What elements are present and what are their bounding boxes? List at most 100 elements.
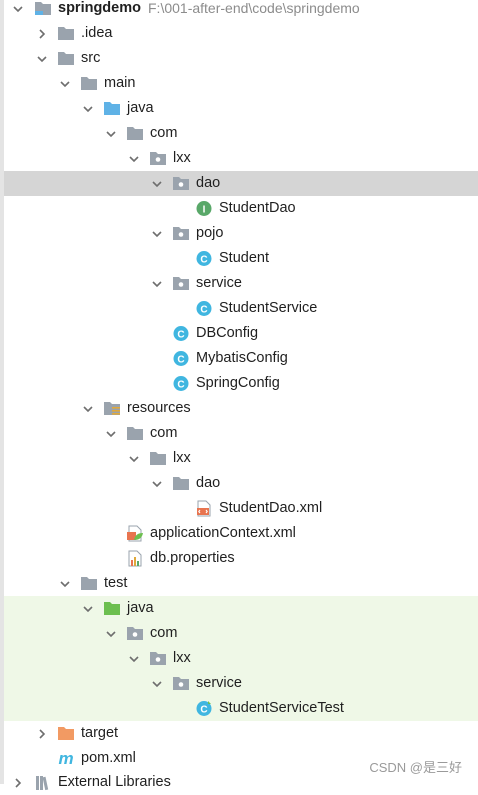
class-icon: C (172, 350, 190, 367)
chevron-down-icon[interactable] (57, 71, 73, 96)
chevron-down-icon[interactable] (126, 646, 142, 671)
class-icon: C (195, 300, 213, 317)
chevron-down-icon[interactable] (10, 0, 26, 21)
package-icon (126, 625, 144, 642)
tree-node-main[interactable]: main (4, 71, 478, 96)
tree-node-label: resources (127, 400, 191, 416)
chevron-down-icon[interactable] (149, 271, 165, 296)
tree-node-label: com (150, 425, 178, 441)
class-icon-letter: C (177, 355, 184, 366)
folder-icon (80, 75, 98, 92)
chevron-down-icon[interactable] (149, 471, 165, 496)
tree-node-studentdao[interactable]: I StudentDao (4, 196, 478, 221)
tree-node-res-com[interactable]: com (4, 421, 478, 446)
tree-node-label: StudentDao.xml (219, 500, 323, 516)
tree-node-mybatisconfig[interactable]: C MybatisConfig (4, 346, 478, 371)
package-icon (172, 175, 190, 192)
tree-node-label: StudentServiceTest (219, 700, 344, 716)
tree-node-com[interactable]: com (4, 121, 478, 146)
tree-node-resources[interactable]: resources (4, 396, 478, 421)
tree-node-springconfig[interactable]: C SpringConfig (4, 371, 478, 396)
tree-node-java[interactable]: java (4, 96, 478, 121)
tree-node-studentservice[interactable]: C StudentService (4, 296, 478, 321)
module-folder-icon (34, 0, 52, 17)
tree-node-applicationcontext[interactable]: applicationContext.xml (4, 521, 478, 546)
tree-node-label: lxx (173, 150, 191, 166)
package-icon (149, 150, 167, 167)
tree-node-label: target (81, 725, 119, 741)
tree-node-studentservicetest[interactable]: C StudentServiceTest (4, 696, 478, 721)
chevron-down-icon[interactable] (103, 621, 119, 646)
tree-node-label: lxx (173, 650, 191, 666)
package-icon (149, 650, 167, 667)
tree-node-label: MybatisConfig (196, 350, 288, 366)
tree-node-label: StudentService (219, 300, 318, 316)
chevron-down-icon[interactable] (57, 571, 73, 596)
chevron-down-icon[interactable] (149, 171, 165, 196)
tree-node-src[interactable]: src (4, 46, 478, 71)
chevron-down-icon[interactable] (149, 221, 165, 246)
test-class-icon: C (195, 700, 213, 717)
class-icon-letter: C (200, 255, 207, 266)
chevron-down-icon[interactable] (103, 421, 119, 446)
tree-node-project[interactable]: springdemo F:\001-after-end\code\springd… (4, 0, 478, 21)
tree-node-label: External Libraries (58, 774, 171, 790)
folder-icon (80, 575, 98, 592)
tree-node-label: pojo (196, 225, 224, 241)
package-icon (172, 675, 190, 692)
chevron-right-icon[interactable] (34, 21, 50, 46)
tree-node-db-properties[interactable]: db.properties (4, 546, 478, 571)
project-path: F:\001-after-end\code\springdemo (148, 0, 360, 16)
tree-node-test-com[interactable]: com (4, 621, 478, 646)
chevron-down-icon[interactable] (149, 671, 165, 696)
tree-node-label: service (196, 675, 242, 691)
tree-node-label: java (127, 600, 154, 616)
tree-node-test-lxx[interactable]: lxx (4, 646, 478, 671)
tree-node-test-service[interactable]: service (4, 671, 478, 696)
tree-node-target[interactable]: target (4, 721, 478, 746)
chevron-down-icon[interactable] (80, 396, 96, 421)
tree-node-res-dao[interactable]: dao (4, 471, 478, 496)
maven-icon: m (57, 749, 75, 768)
tree-node-label: main (104, 75, 136, 91)
tree-node-label: src (81, 50, 101, 66)
tree-node-lxx[interactable]: lxx (4, 146, 478, 171)
tree-node-dbconfig[interactable]: C DBConfig (4, 321, 478, 346)
tree-node-label: db.properties (150, 550, 235, 566)
tree-node-label: com (150, 125, 178, 141)
tree-node-res-lxx[interactable]: lxx (4, 446, 478, 471)
package-icon (172, 275, 190, 292)
folder-icon (149, 450, 167, 467)
chevron-right-icon[interactable] (10, 770, 26, 795)
interface-icon-letter: I (203, 205, 206, 216)
package-icon (126, 125, 144, 142)
tree-node-label: DBConfig (196, 325, 259, 341)
chevron-down-icon[interactable] (80, 96, 96, 121)
tree-node-label: com (150, 625, 178, 641)
tree-node-test[interactable]: test (4, 571, 478, 596)
tree-node-label: test (104, 575, 128, 591)
chevron-down-icon[interactable] (80, 596, 96, 621)
tree-node-label: java (127, 100, 154, 116)
tree-node-dao[interactable]: dao (4, 171, 478, 196)
chevron-down-icon[interactable] (126, 446, 142, 471)
tree-node-student[interactable]: C Student (4, 246, 478, 271)
tree-node-label: Student (219, 250, 269, 266)
tree-node-pojo[interactable]: pojo (4, 221, 478, 246)
tree-node-test-java[interactable]: java (4, 596, 478, 621)
interface-icon: I (195, 200, 213, 217)
tree-node-studentdao-xml[interactable]: StudentDao.xml (4, 496, 478, 521)
tree-node-label: dao (196, 175, 221, 191)
chevron-down-icon[interactable] (34, 46, 50, 71)
chevron-right-icon[interactable] (34, 721, 50, 746)
class-icon-letter: C (200, 305, 207, 316)
properties-file-icon (126, 550, 144, 567)
tree-node-idea[interactable]: .idea (4, 21, 478, 46)
xml-file-icon (195, 500, 213, 517)
chevron-down-icon[interactable] (126, 146, 142, 171)
tree-node-label: .idea (81, 25, 113, 41)
tree-node-label: service (196, 275, 242, 291)
tree-node-service[interactable]: service (4, 271, 478, 296)
tree-node-label: applicationContext.xml (150, 525, 296, 541)
chevron-down-icon[interactable] (103, 121, 119, 146)
